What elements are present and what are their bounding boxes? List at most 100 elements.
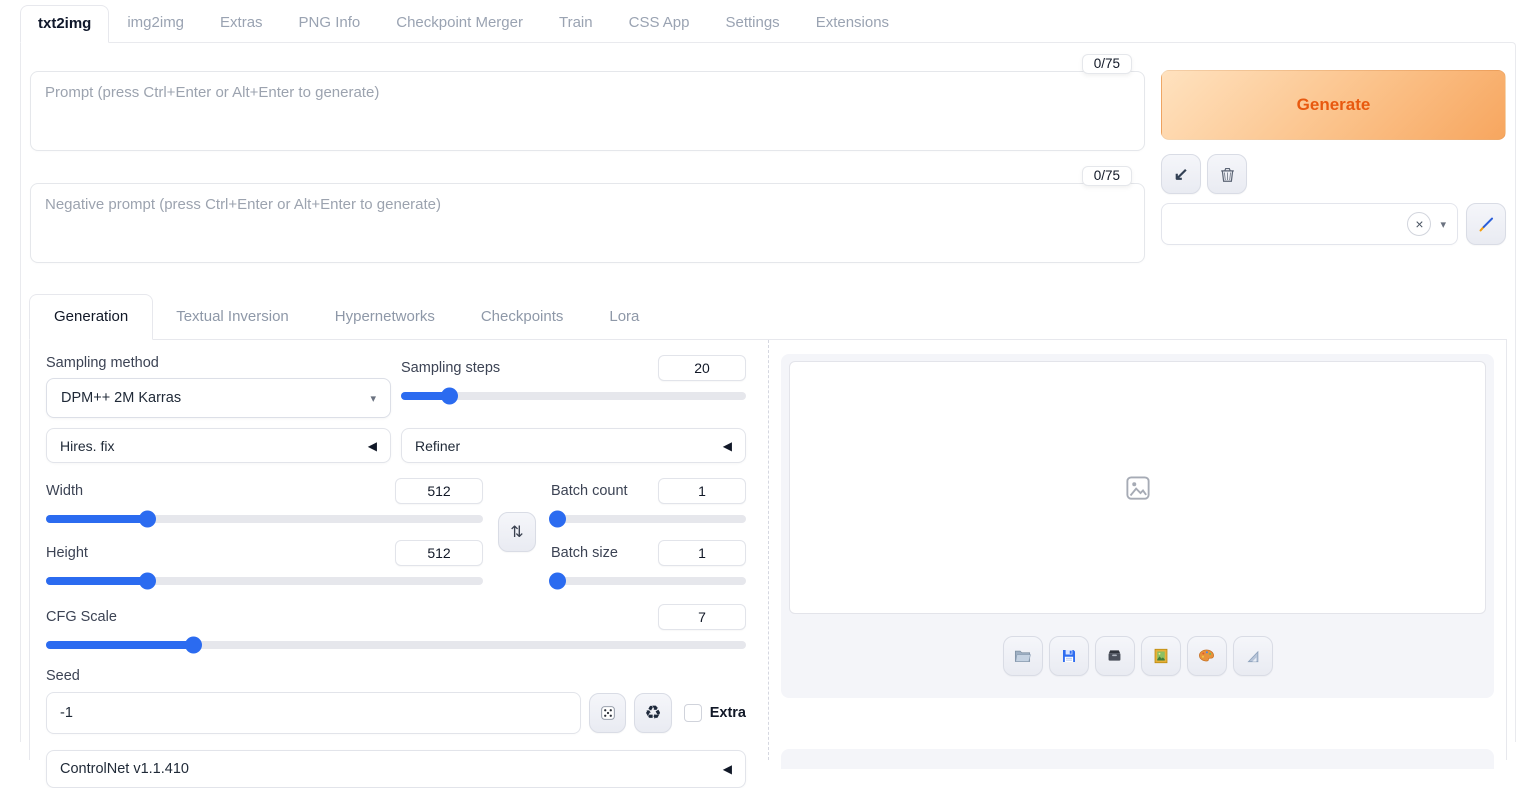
paste-generation-params-button[interactable]: ↙ (1161, 154, 1201, 194)
recycle-icon: ♻ (645, 702, 662, 725)
triangle-ruler-icon (1244, 647, 1262, 665)
tab-png-info[interactable]: PNG Info (281, 4, 379, 42)
swap-arrows-icon: ⇅ (510, 522, 523, 542)
width-label: Width (46, 483, 83, 499)
generation-panel: Sampling method DPM++ 2M Karras ▾ Sampli… (29, 340, 1507, 760)
tab-settings[interactable]: Settings (707, 4, 797, 42)
dice-icon (599, 704, 617, 722)
width-group: Width 512 (46, 478, 483, 523)
seed-input[interactable] (46, 692, 581, 734)
width-slider[interactable] (46, 515, 483, 523)
secondary-panel-strip (781, 749, 1494, 769)
save-image-button[interactable] (1049, 636, 1089, 676)
swap-dimensions-button[interactable]: ⇅ (498, 512, 536, 552)
seed-label: Seed (46, 668, 746, 684)
archive-box-icon (1105, 646, 1124, 665)
chevron-down-icon: ▾ (1440, 218, 1446, 231)
framed-picture-icon (1152, 647, 1170, 665)
sampling-steps-label: Sampling steps (401, 360, 500, 376)
prompt-container: 0/75 (30, 71, 1145, 155)
tab-train[interactable]: Train (541, 4, 611, 42)
save-zip-button[interactable] (1095, 636, 1135, 676)
tab-img2img[interactable]: img2img (109, 4, 202, 42)
styles-dropdown[interactable]: × ▾ (1161, 203, 1458, 245)
tab-txt2img[interactable]: txt2img (20, 5, 109, 43)
height-group: Height 512 (46, 540, 483, 585)
output-column (769, 340, 1506, 760)
width-input[interactable]: 512 (395, 478, 483, 504)
send-to-extras-button[interactable] (1233, 636, 1273, 676)
send-to-img2img-button[interactable] (1141, 636, 1181, 676)
txt2img-panel: 0/75 0/75 Generate ↙ (20, 42, 1516, 742)
batch-count-input[interactable]: 1 (658, 478, 746, 504)
generate-button[interactable]: Generate (1161, 70, 1506, 140)
output-image-area[interactable] (789, 361, 1486, 614)
negative-prompt-token-counter: 0/75 (1082, 166, 1132, 186)
refiner-accordion[interactable]: Refiner ◀ (401, 428, 746, 463)
dimensions-group: Width 512 Height 512 (46, 478, 483, 585)
tab-checkpoint-merger[interactable]: Checkpoint Merger (378, 4, 541, 42)
height-slider[interactable] (46, 577, 483, 585)
open-folder-button[interactable] (1003, 636, 1043, 676)
main-tab-bar: txt2img img2img Extras PNG Info Checkpoi… (0, 0, 1536, 42)
batch-size-slider[interactable] (551, 577, 746, 585)
prompt-token-counter: 0/75 (1082, 54, 1132, 74)
sampling-method-select[interactable]: DPM++ 2M Karras ▾ (46, 378, 391, 418)
seed-group: Seed ♻ (46, 668, 746, 734)
height-input[interactable]: 512 (395, 540, 483, 566)
tab-generation[interactable]: Generation (29, 294, 153, 340)
accordion-collapsed-icon: ◀ (368, 439, 377, 453)
paintbrush-icon (1477, 215, 1496, 234)
tab-hypernetworks[interactable]: Hypernetworks (312, 295, 458, 339)
send-to-inpaint-button[interactable] (1187, 636, 1227, 676)
tab-css-app[interactable]: CSS App (611, 4, 708, 42)
gallery-toolbar (789, 614, 1486, 697)
edit-styles-button[interactable] (1466, 203, 1506, 245)
cfg-scale-label: CFG Scale (46, 609, 117, 625)
batch-count-group: Batch count 1 (551, 478, 746, 523)
batch-size-input[interactable]: 1 (658, 540, 746, 566)
reuse-seed-button[interactable]: ♻ (634, 693, 671, 733)
controlnet-accordion[interactable]: ControlNet v1.1.410 ◀ (46, 750, 746, 788)
sampling-method-label: Sampling method (46, 355, 391, 371)
sampling-steps-slider[interactable] (401, 392, 746, 400)
negative-prompt-input[interactable] (30, 183, 1145, 263)
prompt-input[interactable] (30, 71, 1145, 151)
prompt-tool-buttons: ↙ (1161, 154, 1506, 194)
generation-tab-bar: Generation Textual Inversion Hypernetwor… (29, 294, 1507, 340)
hires-fix-label: Hires. fix (60, 438, 114, 454)
batch-group: Batch count 1 Batch size 1 (551, 478, 746, 585)
trash-icon (1218, 165, 1237, 184)
extra-seed-checkbox[interactable]: Extra (684, 704, 746, 722)
batch-count-label: Batch count (551, 483, 628, 499)
sampling-steps-input[interactable]: 20 (658, 355, 746, 381)
output-gallery (781, 354, 1494, 698)
accordion-collapsed-icon: ◀ (723, 762, 732, 776)
styles-row: × ▾ (1161, 203, 1506, 245)
checkbox-box (684, 704, 702, 722)
tab-lora[interactable]: Lora (586, 295, 662, 339)
sampling-steps-group: Sampling steps 20 (401, 355, 746, 418)
height-label: Height (46, 545, 88, 561)
cfg-scale-slider[interactable] (46, 641, 746, 649)
batch-count-slider[interactable] (551, 515, 746, 523)
clear-styles-icon[interactable]: × (1407, 212, 1431, 236)
hires-fix-accordion[interactable]: Hires. fix ◀ (46, 428, 391, 463)
cfg-scale-group: CFG Scale 7 (46, 604, 746, 649)
image-placeholder-icon (1123, 473, 1153, 503)
tab-checkpoints[interactable]: Checkpoints (458, 295, 587, 339)
prompt-action-row: 0/75 0/75 Generate ↙ (29, 51, 1507, 267)
folder-icon (1013, 646, 1032, 665)
tab-extras[interactable]: Extras (202, 4, 281, 42)
random-seed-button[interactable] (589, 693, 626, 733)
accordion-collapsed-icon: ◀ (723, 439, 732, 453)
chevron-down-icon: ▾ (370, 392, 376, 405)
tab-textual-inversion[interactable]: Textual Inversion (153, 295, 312, 339)
batch-size-label: Batch size (551, 545, 618, 561)
cfg-scale-input[interactable]: 7 (658, 604, 746, 630)
tab-extensions[interactable]: Extensions (798, 4, 907, 42)
clear-prompt-button[interactable] (1207, 154, 1247, 194)
sampling-method-group: Sampling method DPM++ 2M Karras ▾ (46, 355, 391, 418)
sampling-method-value: DPM++ 2M Karras (61, 390, 181, 406)
controls-column: Sampling method DPM++ 2M Karras ▾ Sampli… (30, 340, 769, 760)
